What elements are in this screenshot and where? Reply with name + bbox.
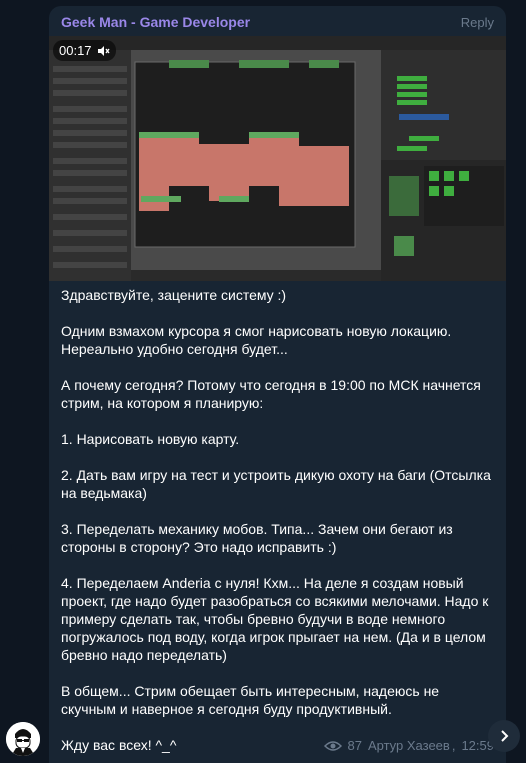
video-preview[interactable]: 00:17 — [49, 36, 506, 281]
scroll-next-button[interactable] — [488, 720, 520, 752]
message-meta: 87 Артур Хазеев, 12:59 — [323, 738, 494, 753]
message-paragraph: 3. Переделать механику мобов. Типа... За… — [61, 521, 457, 555]
author-signature: Артур Хазеев — [367, 738, 450, 753]
message-bubble: Geek Man - Game Developer Reply 00:17 Зд… — [49, 6, 506, 763]
video-duration: 00:17 — [53, 40, 116, 61]
avatar[interactable] — [6, 722, 40, 756]
duration-label: 00:17 — [59, 43, 92, 58]
editor-screenshot — [49, 36, 506, 281]
message-header: Geek Man - Game Developer Reply — [49, 6, 506, 36]
message-paragraph: 2. Дать вам игру на тест и устроить дику… — [61, 467, 495, 501]
reply-button[interactable]: Reply — [461, 15, 494, 30]
message-text: Здравствуйте, зацените систему :) Одним … — [61, 286, 496, 763]
message-paragraph: Одним взмахом курсора я смог нарисовать … — [61, 323, 456, 357]
message-paragraph: В общем... Стрим обещает быть интересным… — [61, 683, 443, 717]
avatar-image — [6, 722, 40, 756]
message-paragraph: 1. Нарисовать новую карту. — [61, 431, 240, 447]
speaker-muted-icon[interactable] — [96, 44, 110, 58]
sender-name[interactable]: Geek Man - Game Developer — [61, 14, 250, 30]
message-paragraph: Здравствуйте, зацените систему :) — [61, 287, 287, 303]
view-count: 87 — [347, 738, 362, 753]
chevron-right-icon — [501, 730, 509, 742]
eye-icon — [323, 740, 342, 751]
message-paragraph: 4. Переделаем Anderia с нуля! Кхм... На … — [61, 575, 493, 663]
message-paragraph: А почему сегодня? Потому что сегодня в 1… — [61, 377, 485, 411]
